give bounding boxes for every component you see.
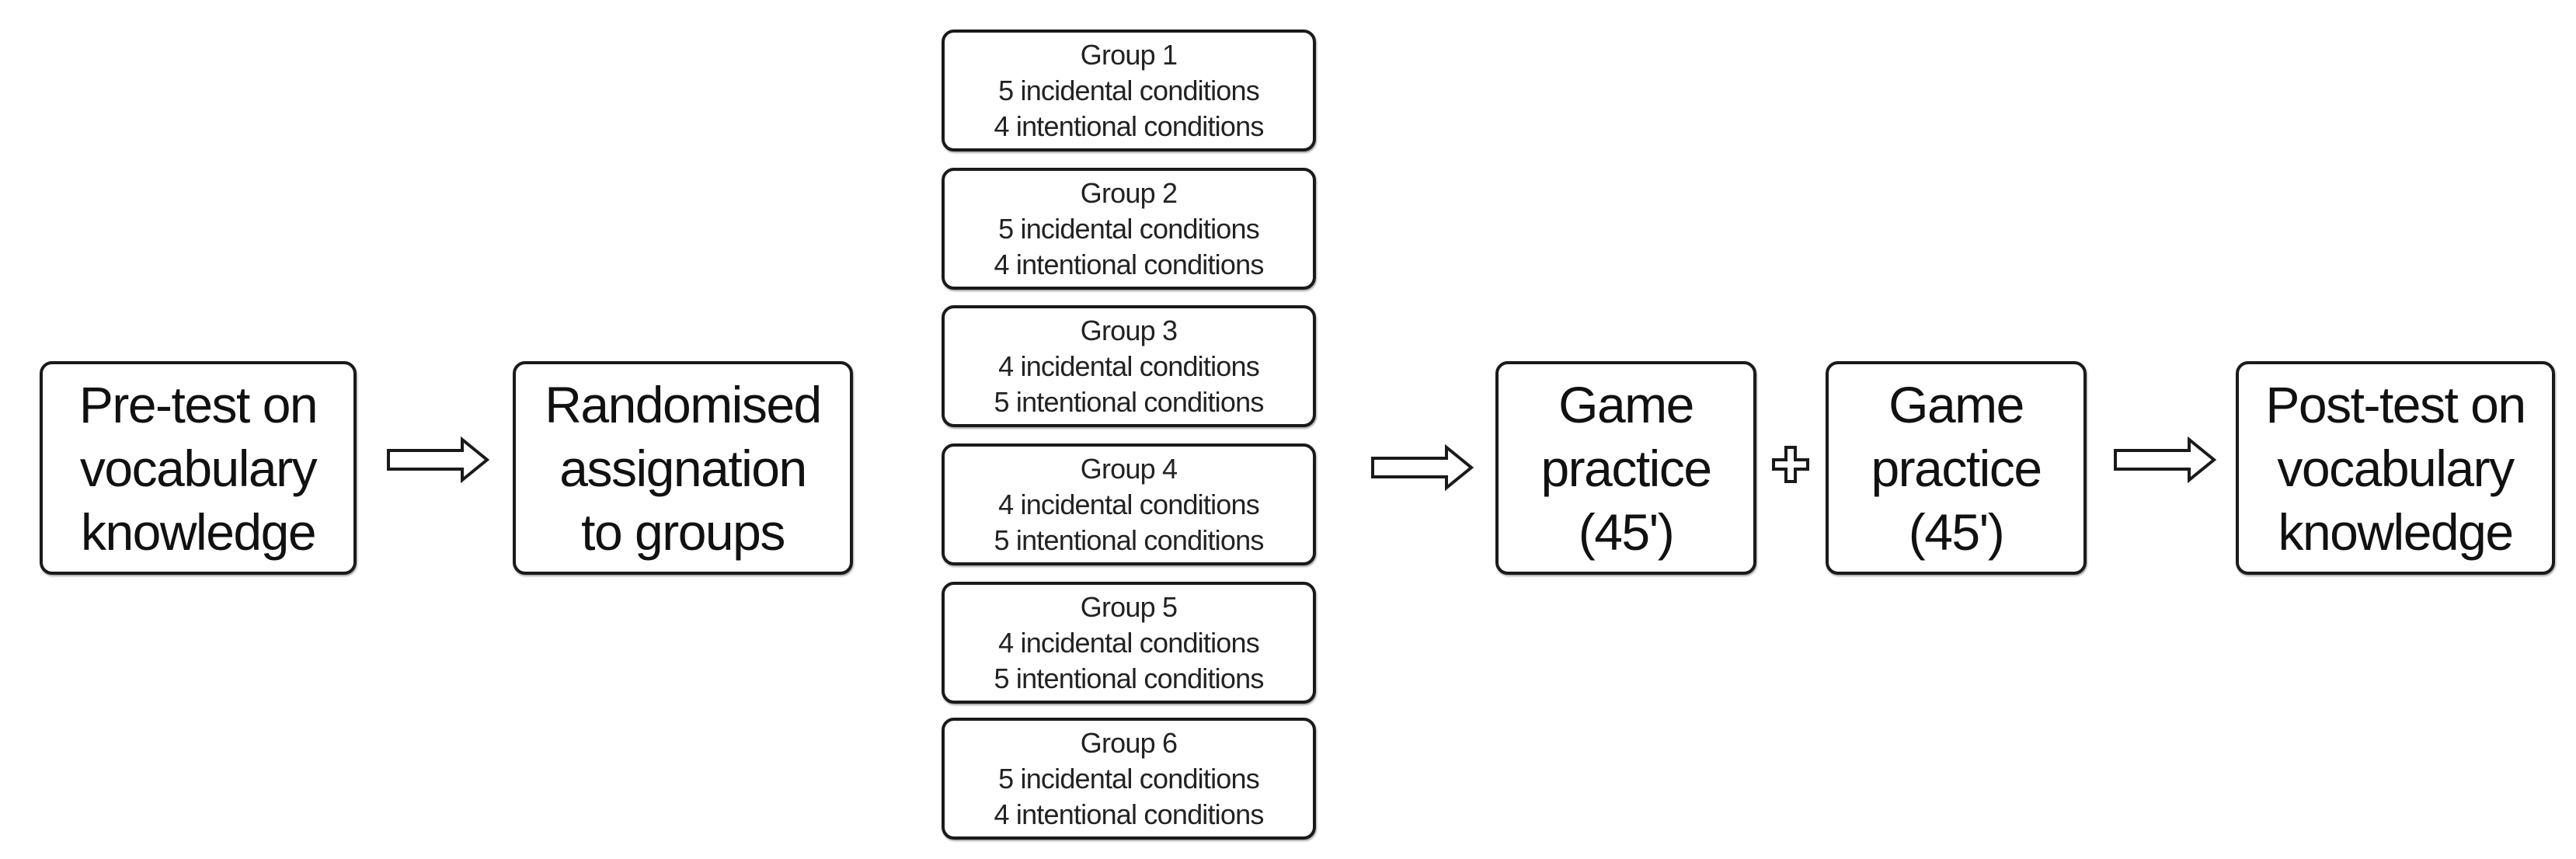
group-box: Group 1 5 incidental conditions 4 intent… <box>942 30 1316 151</box>
group-box: Group 5 4 incidental conditions 5 intent… <box>942 582 1316 704</box>
group-box: Group 2 5 incidental conditions 4 intent… <box>942 168 1316 290</box>
randomised-line: assignation <box>559 439 807 497</box>
group-title: Group 3 <box>1080 314 1178 346</box>
posttest-line: Post-test on <box>2265 375 2526 433</box>
group-incidental: 4 incidental conditions <box>998 488 1260 520</box>
group-incidental: 4 incidental conditions <box>998 350 1260 382</box>
group-incidental: 4 incidental conditions <box>998 626 1260 659</box>
group-intentional: 5 intentional conditions <box>994 523 1264 556</box>
plus-icon <box>1772 446 1809 483</box>
group-title: Group 5 <box>1080 590 1178 623</box>
group-incidental: 5 incidental conditions <box>998 212 1260 245</box>
group-intentional: 4 intentional conditions <box>994 798 1264 830</box>
posttest-box: Post-test on vocabulary knowledge <box>2236 361 2555 575</box>
randomised-line: to groups <box>581 503 785 561</box>
group-title: Group 2 <box>1080 176 1178 209</box>
group-incidental: 5 incidental conditions <box>998 762 1260 795</box>
group-intentional: 5 intentional conditions <box>994 385 1264 418</box>
game-practice-box-2: Game practice (45') <box>1826 361 2087 575</box>
game-practice-box-1: Game practice (45') <box>1495 361 1756 575</box>
group-box: Group 3 4 incidental conditions 5 intent… <box>942 305 1316 427</box>
posttest-line: vocabulary <box>2277 439 2515 497</box>
pretest-line: vocabulary <box>79 439 318 497</box>
group-title: Group 6 <box>1080 726 1178 759</box>
group-title: Group 1 <box>1080 38 1178 71</box>
pretest-line: Pre-test on <box>78 375 319 433</box>
randomised-box: Randomised assignation to groups <box>513 361 853 575</box>
game1-line: (45') <box>1578 503 1675 561</box>
game2-line: Game <box>1888 375 2024 433</box>
pretest-box: Pre-test on vocabulary knowledge <box>40 361 357 575</box>
game2-line: (45') <box>1908 503 2005 561</box>
pretest-line: knowledge <box>80 503 317 561</box>
group-title: Group 4 <box>1080 452 1178 485</box>
arrow-right-icon <box>1371 444 1474 491</box>
group-box: Group 4 4 incidental conditions 5 intent… <box>942 443 1316 565</box>
group-incidental: 5 incidental conditions <box>998 74 1260 106</box>
randomised-line: Randomised <box>545 375 822 433</box>
group-box: Group 6 5 incidental conditions 4 intent… <box>942 718 1316 840</box>
arrow-right-icon <box>387 436 490 483</box>
group-intentional: 4 intentional conditions <box>994 248 1264 280</box>
game1-line: Game <box>1558 375 1694 433</box>
group-intentional: 5 intentional conditions <box>994 662 1264 694</box>
game1-line: practice <box>1540 439 1712 497</box>
arrow-right-icon <box>2114 436 2217 483</box>
group-intentional: 4 intentional conditions <box>994 110 1264 142</box>
game2-line: practice <box>1871 439 2042 497</box>
posttest-line: knowledge <box>2278 503 2514 561</box>
